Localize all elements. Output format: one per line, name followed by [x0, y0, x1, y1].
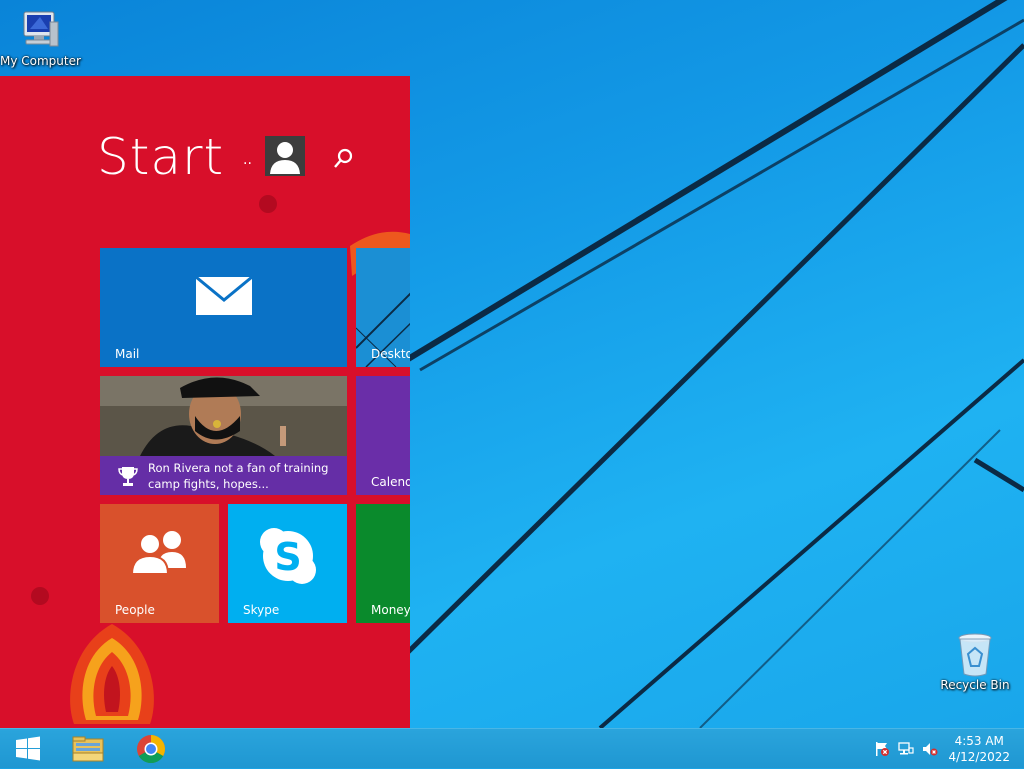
- tile-mail[interactable]: Mail: [100, 248, 347, 367]
- action-center-flag-icon: [876, 742, 889, 756]
- desktop-icon-label: Recycle Bin: [940, 678, 1010, 692]
- user-icon: [270, 142, 300, 174]
- network-status[interactable]: [898, 741, 914, 757]
- file-explorer-icon: [72, 736, 104, 762]
- recycle-bin-icon: [958, 633, 992, 677]
- clock-date: 4/12/2022: [948, 750, 1010, 764]
- tile-label: Skype: [243, 603, 280, 617]
- action-center-flag[interactable]: [874, 741, 890, 757]
- tile-people[interactable]: People: [100, 504, 219, 623]
- trophy-icon: [118, 467, 138, 486]
- windows-start-icon: [16, 736, 40, 761]
- system-clock[interactable]: 4:53 AM 4/12/2022: [948, 733, 1010, 765]
- skype-icon: S: [260, 528, 316, 584]
- user-name: ..: [243, 152, 252, 168]
- tile-label: Money: [371, 603, 410, 617]
- taskbar: 4:53 AM 4/12/2022: [0, 728, 1024, 768]
- start-button[interactable]: [8, 733, 48, 765]
- tile-label: People: [115, 603, 155, 617]
- chrome-icon: [137, 735, 165, 763]
- envelope-icon: [195, 276, 253, 315]
- desktop-icon-label: My Computer: [0, 54, 81, 68]
- tile-skype[interactable]: S Skype: [228, 504, 347, 623]
- people-icon: [130, 531, 186, 575]
- tile-money[interactable]: Money: [356, 504, 410, 623]
- volume-control[interactable]: [922, 741, 938, 757]
- tile-news[interactable]: Ron Rivera not a fan of training camp fi…: [100, 376, 347, 495]
- tile-label: Mail: [115, 347, 140, 361]
- network-icon: [898, 742, 914, 755]
- start-screen: Start .. Mail Desktop: [0, 76, 410, 728]
- tile-label: Desktop: [371, 347, 410, 361]
- desktop-icon-my-computer[interactable]: My Computer: [0, 8, 81, 68]
- tile-calendar[interactable]: Calendar: [356, 376, 410, 495]
- svg-text:S: S: [274, 535, 301, 579]
- search-button[interactable]: [332, 148, 354, 170]
- volume-muted-icon: [923, 743, 938, 756]
- taskbar-file-explorer[interactable]: [68, 733, 108, 765]
- search-icon: [334, 148, 353, 168]
- start-title: Start: [97, 128, 225, 186]
- news-headline: Ron Rivera not a fan of training camp fi…: [148, 461, 329, 491]
- computer-icon: [23, 11, 59, 47]
- clock-time: 4:53 AM: [954, 734, 1004, 748]
- tile-desktop[interactable]: Desktop: [356, 248, 410, 367]
- news-caption-bar: Ron Rivera not a fan of training camp fi…: [100, 456, 347, 495]
- tile-label: Calendar: [371, 475, 410, 489]
- user-avatar[interactable]: [265, 136, 305, 176]
- taskbar-chrome[interactable]: [131, 733, 171, 765]
- news-photo: [100, 376, 347, 456]
- desktop-icon-recycle-bin[interactable]: Recycle Bin: [935, 632, 1015, 692]
